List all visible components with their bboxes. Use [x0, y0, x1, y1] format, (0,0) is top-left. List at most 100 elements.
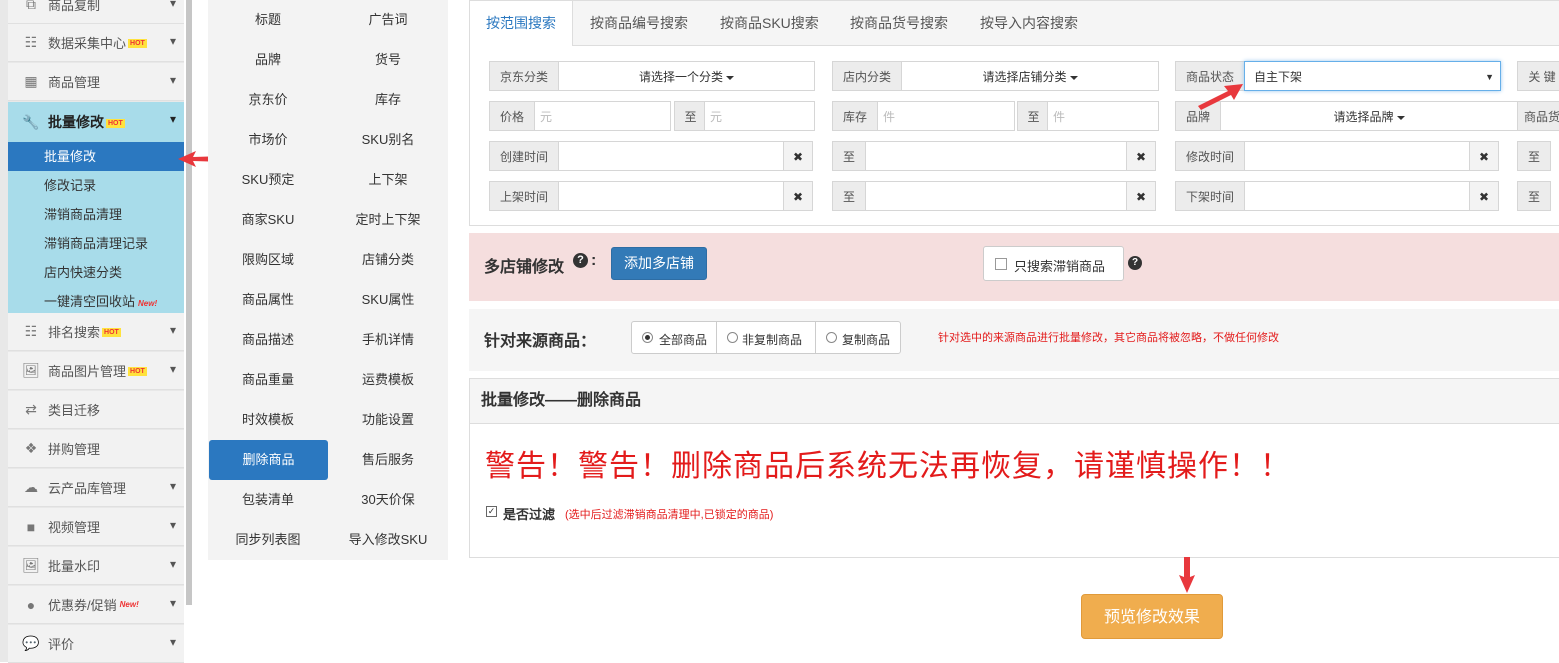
only-unsold-toggle[interactable]: 只搜索滞销商品	[983, 246, 1124, 281]
created-time-input[interactable]	[558, 141, 784, 171]
field-item[interactable]: 标题	[208, 0, 328, 40]
filter-checkbox-checked[interactable]: ✓	[486, 506, 497, 517]
sidebar-sub-unsold-clean-records[interactable]: 滞销商品清理记录	[8, 229, 184, 258]
sidebar-item-label: 视频管理	[48, 520, 101, 535]
sidebar-sub-empty-recycle[interactable]: 一键清空回收站 New!	[8, 287, 184, 316]
radio-icon[interactable]	[826, 332, 837, 343]
field-item[interactable]: 品牌	[208, 40, 328, 80]
listed-time-input[interactable]	[558, 181, 784, 211]
modified-time-input[interactable]	[1244, 141, 1470, 171]
field-item[interactable]: 市场价	[208, 120, 328, 160]
field-item[interactable]: 上下架	[328, 160, 448, 200]
listed-to-label: 至	[832, 181, 866, 211]
sidebar-item-video-manage[interactable]: ■ 视频管理 ▾	[8, 508, 184, 546]
field-item[interactable]: 运费模板	[328, 360, 448, 400]
sidebar-item-goods-manage[interactable]: ▦ 商品管理 ▾	[8, 63, 184, 101]
tab-import-search[interactable]: 按导入内容搜索	[980, 1, 1078, 45]
tab-sku-search[interactable]: 按商品SKU搜索	[720, 1, 819, 45]
clear-created-end-button[interactable]: ✖	[1126, 141, 1156, 171]
chevron-down-icon: ▾	[169, 34, 176, 48]
delisted-time-input[interactable]	[1244, 181, 1470, 211]
radio-non-copied[interactable]: 非复制商品	[717, 322, 816, 353]
stock-max-input[interactable]: 件	[1047, 101, 1159, 131]
field-item[interactable]: SKU别名	[328, 120, 448, 160]
radio-copied[interactable]: 复制商品	[816, 322, 900, 353]
sidebar-item-category-migrate[interactable]: ⇄ 类目迁移	[8, 391, 184, 429]
sidebar-sub-modify-records[interactable]: 修改记录	[8, 171, 184, 200]
status-select[interactable]: 自主下架 ▼	[1244, 61, 1501, 91]
field-item[interactable]: 商品描述	[208, 320, 328, 360]
brand-dropdown[interactable]: 请选择品牌	[1220, 101, 1518, 131]
cloud-icon: ☁	[24, 479, 38, 495]
clear-created-button[interactable]: ✖	[783, 141, 813, 171]
field-item[interactable]: 定时上下架	[328, 200, 448, 240]
add-multi-store-button[interactable]: 添加多店铺	[611, 247, 707, 280]
radio-label: 全部商品	[659, 333, 708, 347]
video-icon: ■	[26, 518, 36, 535]
caret-down-icon	[1069, 75, 1078, 80]
sidebar-item-coupons[interactable]: ● 优惠券/促销 New! ▾	[8, 586, 184, 624]
sidebar-item-cloud-library[interactable]: ☁ 云产品库管理 ▾	[8, 469, 184, 507]
radio-checked-icon[interactable]	[642, 332, 653, 343]
field-item[interactable]: 商品重量	[208, 360, 328, 400]
sidebar-item-watermark[interactable]: 🖼 批量水印 ▾	[8, 547, 184, 585]
clear-listed-button[interactable]: ✖	[783, 181, 813, 211]
created-to-label: 至	[832, 141, 866, 171]
field-item[interactable]: 时效模板	[208, 400, 328, 440]
clear-listed-end-button[interactable]: ✖	[1126, 181, 1156, 211]
sidebar-sub-quick-category[interactable]: 店内快速分类	[8, 258, 184, 287]
field-item[interactable]: 售后服务	[328, 440, 448, 480]
field-item[interactable]: SKU属性	[328, 280, 448, 320]
sidebar-item-label: 批量水印	[48, 559, 101, 574]
field-item[interactable]: 京东价	[208, 80, 328, 120]
tab-goods-no-search[interactable]: 按商品货号搜索	[850, 1, 948, 45]
sidebar-scrollbar[interactable]	[186, 0, 192, 605]
field-item[interactable]: 店铺分类	[328, 240, 448, 280]
field-item[interactable]: 库存	[328, 80, 448, 120]
sidebar-item-reviews[interactable]: 💬 评价 ▾	[8, 625, 184, 663]
sidebar-item-rank-search[interactable]: ☷ 排名搜索 HOT ▾	[8, 313, 184, 351]
price-max-input[interactable]: 元	[704, 101, 815, 131]
shop-category-dropdown[interactable]: 请选择店铺分类	[901, 61, 1159, 91]
field-item[interactable]: SKU预定	[208, 160, 328, 200]
jd-category-dropdown[interactable]: 请选择一个分类	[558, 61, 815, 91]
field-item[interactable]: 货号	[328, 40, 448, 80]
field-item[interactable]: 导入修改SKU	[328, 520, 448, 560]
field-item[interactable]: 包装清单	[208, 480, 328, 520]
field-item[interactable]: 同步列表图	[208, 520, 328, 560]
sidebar-item-copy[interactable]: ⧉ 商品复制 ▾	[8, 0, 184, 24]
field-item[interactable]: 限购区域	[208, 240, 328, 280]
sidebar-item-batch-modify[interactable]: 🔧 批量修改 HOT ▾	[8, 102, 184, 142]
field-item[interactable]: 商品属性	[208, 280, 328, 320]
field-item[interactable]: 30天价保	[328, 480, 448, 520]
sidebar-item-image-manage[interactable]: 🖼 商品图片管理 HOT ▾	[8, 352, 184, 390]
radio-icon[interactable]	[727, 332, 738, 343]
field-item[interactable]: 商家SKU	[208, 200, 328, 240]
list-icon: ☷	[24, 323, 38, 339]
listed-time-end-input[interactable]	[865, 181, 1127, 211]
field-item[interactable]: 功能设置	[328, 400, 448, 440]
clear-delisted-button[interactable]: ✖	[1469, 181, 1499, 211]
question-icon[interactable]: ?	[1128, 256, 1142, 270]
radio-label: 复制商品	[842, 333, 891, 347]
tab-product-id-search[interactable]: 按商品编号搜索	[590, 1, 688, 45]
field-item[interactable]: 手机详情	[328, 320, 448, 360]
cubes-icon: ❖	[24, 440, 38, 456]
question-icon[interactable]: ?	[573, 253, 588, 268]
created-time-end-input[interactable]	[865, 141, 1127, 171]
new-badge: New!	[119, 600, 139, 609]
colon-text: :	[591, 252, 597, 269]
field-item[interactable]: 广告词	[328, 0, 448, 40]
tab-range-search[interactable]: 按范围搜索	[470, 1, 573, 46]
clear-modified-button[interactable]: ✖	[1469, 141, 1499, 171]
price-min-input[interactable]: 元	[534, 101, 671, 131]
only-unsold-checkbox[interactable]	[995, 258, 1007, 270]
radio-all-goods[interactable]: 全部商品	[632, 322, 717, 353]
field-item[interactable]: 删除商品	[209, 440, 328, 480]
sidebar-item-group-buy[interactable]: ❖ 拼购管理	[8, 430, 184, 468]
sidebar-sub-unsold-clean[interactable]: 滞销商品清理	[8, 200, 184, 229]
sidebar-sub-batch-modify[interactable]: 批量修改	[8, 142, 184, 171]
stock-min-input[interactable]: 件	[877, 101, 1015, 131]
sidebar-item-data-collect[interactable]: ☷ 数据采集中心 HOT ▾	[8, 24, 184, 62]
preview-button[interactable]: 预览修改效果	[1081, 594, 1223, 639]
